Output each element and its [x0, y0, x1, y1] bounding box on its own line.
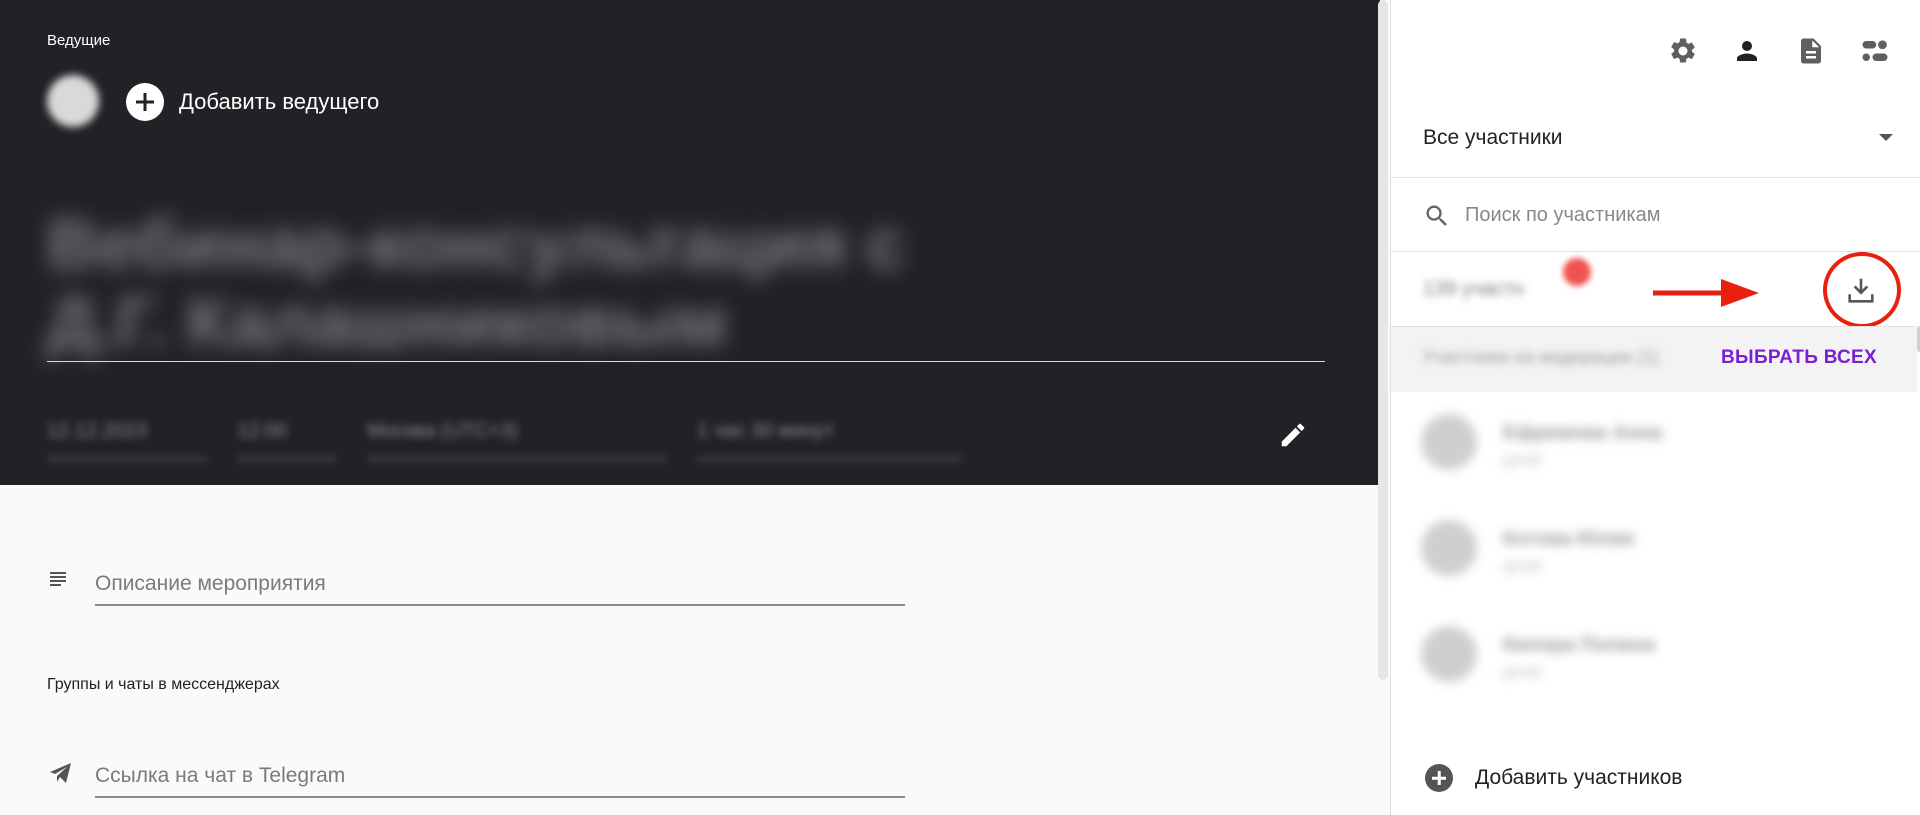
search-input[interactable] [1465, 198, 1885, 232]
event-hero: Ведущие Добавить ведущего Вебинар-консул… [0, 0, 1380, 485]
plus-circle-icon [126, 83, 164, 121]
document-icon [1801, 38, 1821, 64]
participants-count-row: 139 участн [1391, 252, 1920, 328]
groups-label: Группы и чаты в мессенджерах [47, 676, 280, 693]
description-input[interactable] [95, 570, 905, 606]
timezone-value: Москва (UTC+3) [367, 420, 519, 442]
panel-toolbar [1668, 36, 1890, 66]
participants-count: 139 участн [1423, 278, 1524, 300]
date-value: 12.12.2023 [47, 420, 148, 442]
avatar [1421, 626, 1477, 682]
chevron-down-icon [1879, 134, 1893, 141]
description-row [47, 570, 907, 610]
time-value: 12:00 [237, 420, 288, 442]
main-scrollbar[interactable] [1378, 0, 1388, 680]
select-all-button[interactable]: ВЫБРАТЬ ВСЕХ [1721, 347, 1877, 369]
event-editor: Ведущие Добавить ведущего Вебинар-консул… [0, 0, 1388, 815]
moderation-label: Участники на модерации (1) [1423, 347, 1659, 367]
gear-icon [1671, 38, 1695, 63]
participants-list: Ефремова Анна gmail Котова Юлия gmail Ки… [1391, 400, 1920, 718]
search-icon [1426, 205, 1447, 226]
add-host-label: Добавить ведущего [179, 89, 380, 114]
duration-value: 1 час 30 минут [697, 420, 834, 442]
layout-button[interactable] [1860, 36, 1890, 66]
event-title[interactable]: Вебинар-консультация с Д.Г. Калашниковым [47, 205, 1027, 361]
settings-button[interactable] [1668, 36, 1698, 66]
participant-subtitle: gmail [1503, 558, 1542, 575]
list-item[interactable]: Ефремова Анна gmail [1391, 400, 1920, 506]
edit-button[interactable] [1278, 420, 1308, 450]
participants-panel: Все участники 139 участн Участ [1390, 0, 1920, 815]
time-field[interactable]: 12:00 [237, 410, 337, 460]
timezone-select[interactable]: Москва (UTC+3) [367, 410, 667, 460]
date-field[interactable]: 12.12.2023 [47, 410, 207, 460]
telegram-link-input[interactable] [95, 762, 905, 798]
list-item[interactable]: Кипора Полина gmail [1391, 612, 1920, 718]
documents-button[interactable] [1796, 36, 1826, 66]
participant-name: Котова Юлия [1503, 528, 1635, 550]
title-underline [47, 361, 1325, 362]
duration-select[interactable]: 1 час 30 минут [697, 410, 962, 460]
telegram-icon [50, 763, 71, 783]
add-participants-label: Добавить участников [1475, 766, 1683, 789]
participant-subtitle: gmail [1503, 452, 1542, 469]
filter-value: Все участники [1423, 126, 1563, 149]
annotation-arrow-icon [1653, 279, 1759, 307]
divider [1391, 177, 1920, 178]
annotation-highlight-circle [1823, 252, 1901, 328]
telegram-row [47, 762, 907, 802]
person-icon [1737, 41, 1757, 61]
participant-name: Кипора Полина [1503, 634, 1655, 656]
pencil-icon [1281, 423, 1305, 447]
list-item[interactable]: Котова Юлия gmail [1391, 506, 1920, 612]
plus-circle-icon [1425, 764, 1453, 792]
participants-tab-button[interactable] [1732, 36, 1762, 66]
hosts-label: Ведущие [47, 32, 111, 49]
participants-search [1423, 198, 1893, 238]
notes-icon [50, 572, 66, 586]
participant-subtitle: gmail [1503, 664, 1542, 681]
add-host-button[interactable]: Добавить ведущего [126, 83, 379, 121]
select-all-row: Участники на модерации (1) ВЫБРАТЬ ВСЕХ [1391, 327, 1917, 392]
event-meta-row: 12.12.2023 12:00 Москва (UTC+3) 1 час 30… [47, 410, 992, 460]
add-participants-button[interactable]: Добавить участников [1425, 764, 1682, 792]
notification-badge [1563, 258, 1591, 286]
avatar [1421, 414, 1477, 470]
participants-filter-select[interactable]: Все участники [1423, 120, 1893, 160]
dashboard-icon [1862, 40, 1888, 61]
host-avatar [47, 75, 99, 127]
avatar [1421, 520, 1477, 576]
app-root: Ведущие Добавить ведущего Вебинар-консул… [0, 0, 1920, 815]
participant-name: Ефремова Анна [1503, 422, 1663, 444]
